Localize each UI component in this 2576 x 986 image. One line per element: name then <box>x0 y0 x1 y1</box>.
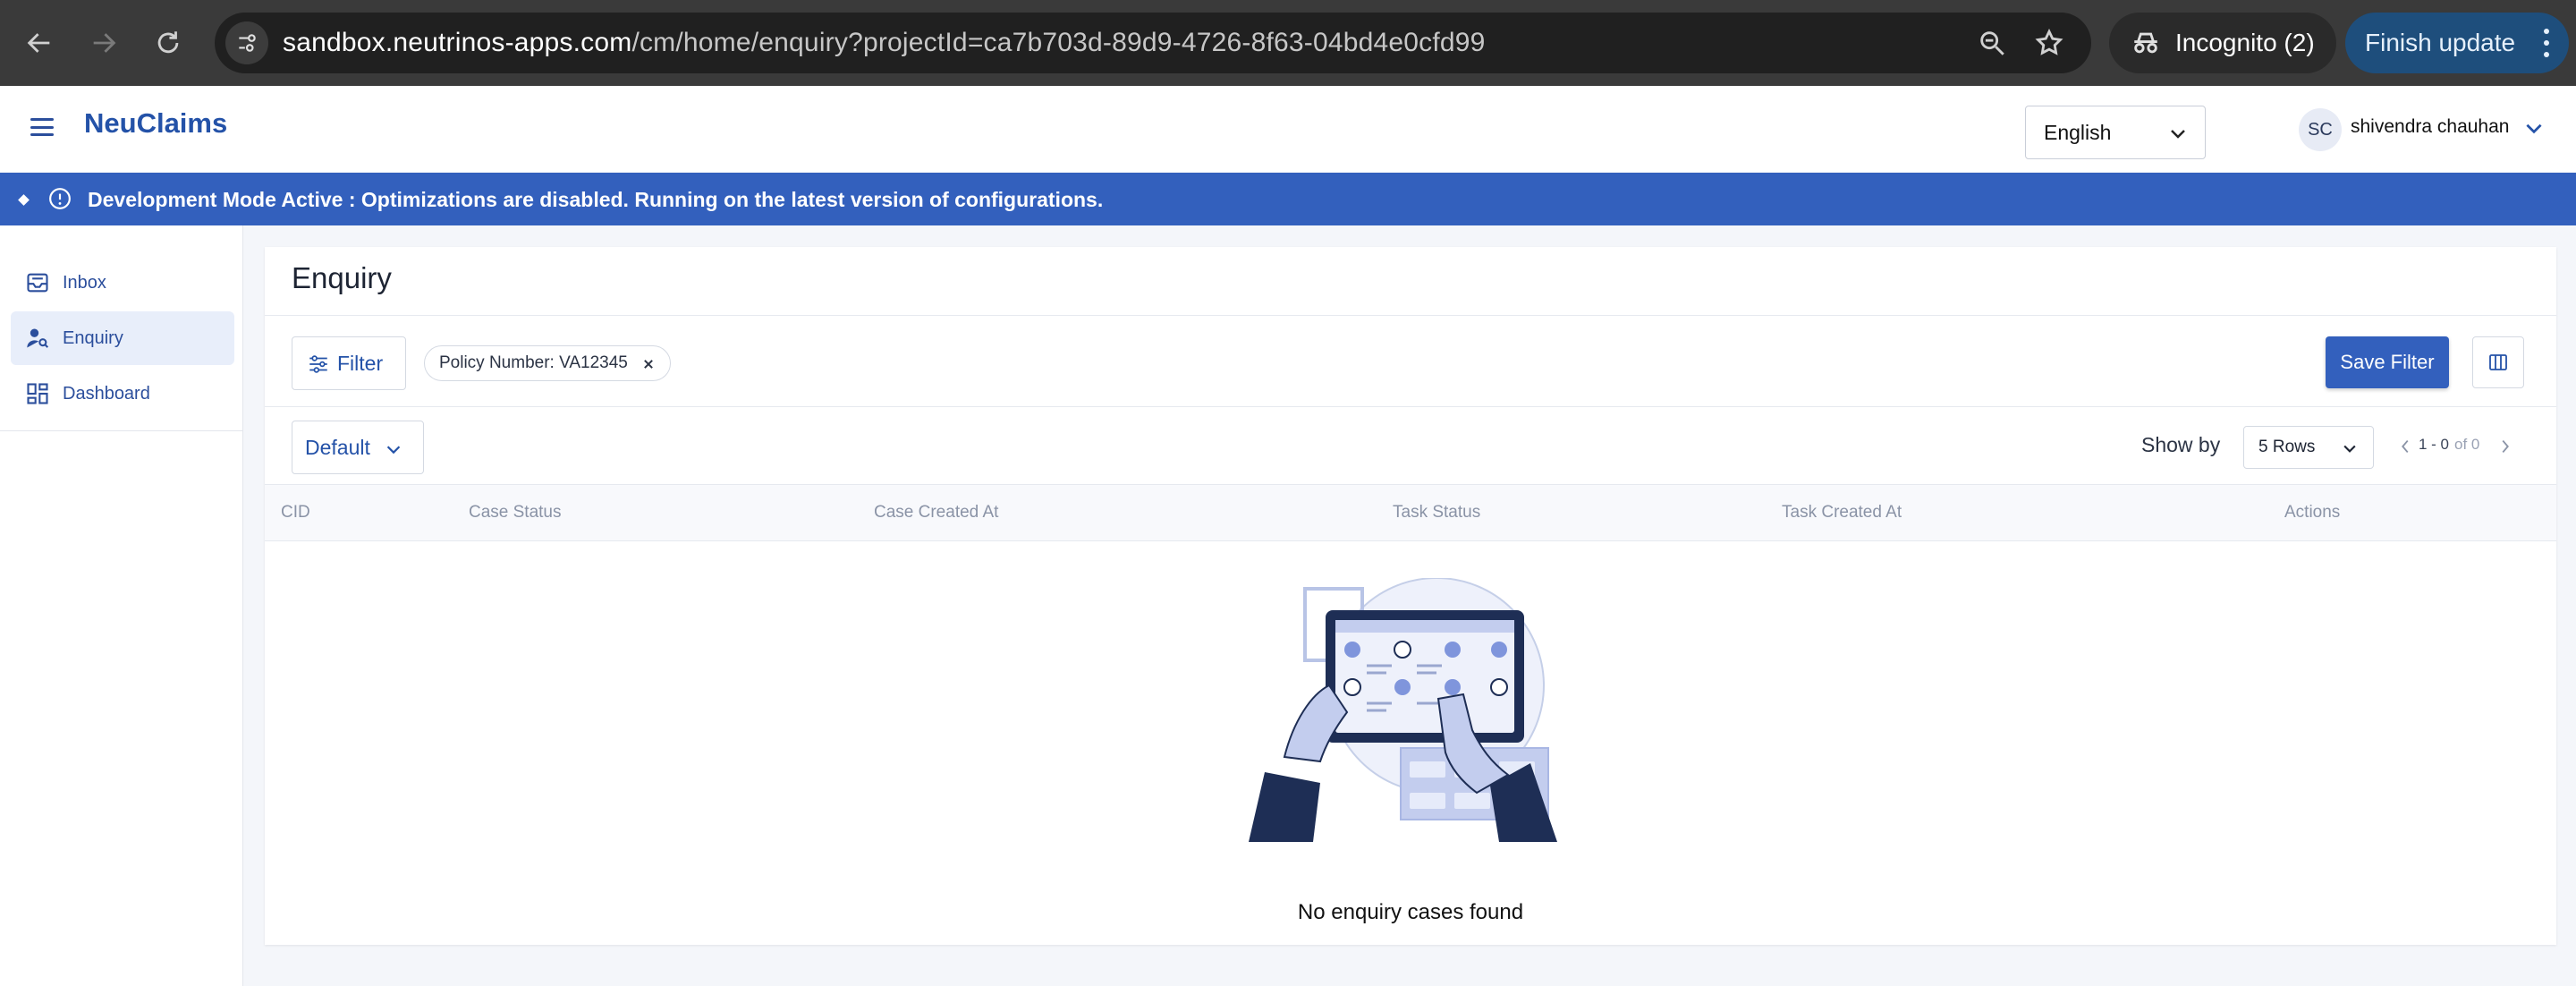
filter-sliders-icon <box>309 355 327 373</box>
url-path: /cm/home/enquiry?projectId=ca7b703d-89d9… <box>631 28 1486 57</box>
user-avatar[interactable]: SC <box>2299 108 2342 151</box>
finish-update-button[interactable]: Finish update <box>2345 13 2569 73</box>
sidebar-item-inbox[interactable]: Inbox <box>11 256 234 310</box>
columns-icon <box>2489 354 2507 370</box>
more-vertical-icon[interactable] <box>2544 29 2551 57</box>
chevron-down-icon <box>386 446 401 455</box>
column-header-case-status[interactable]: Case Status <box>469 503 562 523</box>
view-select[interactable]: Default <box>292 421 424 474</box>
toolbar-divider <box>265 406 2556 407</box>
filter-chip-label: Policy Number: VA12345 <box>439 353 628 372</box>
incognito-indicator[interactable]: Incognito (2) <box>2109 13 2336 73</box>
filter-label: Filter <box>337 351 384 375</box>
column-header-task-status[interactable]: Task Status <box>1393 503 1480 523</box>
chevron-left-icon[interactable] <box>2397 437 2413 456</box>
column-header-cid[interactable]: CID <box>281 503 310 523</box>
back-arrow-icon[interactable] <box>18 21 61 64</box>
reload-icon[interactable] <box>147 21 190 64</box>
sidebar: Inbox Enquiry Dashboard <box>0 225 243 986</box>
app-logo[interactable]: NeuClaims <box>84 107 227 140</box>
rows-value: 5 Rows <box>2258 438 2316 456</box>
diamond-icon <box>18 194 30 206</box>
language-select[interactable]: English <box>2025 106 2206 159</box>
sidebar-item-dashboard[interactable]: Dashboard <box>11 367 234 421</box>
filter-button[interactable]: Filter <box>292 336 406 390</box>
empty-state-message: No enquiry cases found <box>1297 900 1524 924</box>
show-by-label: Show by <box>2141 433 2221 456</box>
incognito-label: Incognito (2) <box>2175 29 2315 56</box>
pagination: 1 - 0 of 0 <box>2397 433 2513 462</box>
dev-mode-message: Development Mode Active : Optimizations … <box>88 188 1104 211</box>
inbox-icon <box>27 273 48 293</box>
enquiry-card: Enquiry Filter Policy Number: VA12345 Sa… <box>265 247 2556 945</box>
save-filter-button[interactable]: Save Filter <box>2326 336 2449 388</box>
language-value: English <box>2044 120 2112 144</box>
user-menu-chevron-icon[interactable] <box>2522 116 2546 140</box>
browser-toolbar: sandbox.neutrinos-apps.com/cm/home/enqui… <box>0 0 2576 86</box>
empty-state-illustration <box>1249 578 1557 842</box>
sidebar-item-label: Enquiry <box>63 327 123 348</box>
view-value: Default <box>305 435 370 459</box>
table-header: CID Case Status Case Created At Task Sta… <box>265 484 2556 541</box>
rows-per-page-select[interactable]: 5 Rows <box>2243 426 2374 469</box>
hamburger-menu-icon[interactable] <box>30 118 54 136</box>
forward-arrow-icon[interactable] <box>82 21 125 64</box>
columns-toggle-button[interactable] <box>2472 336 2524 388</box>
site-info-icon[interactable] <box>225 21 268 64</box>
sidebar-item-enquiry[interactable]: Enquiry <box>11 311 234 365</box>
page-title: Enquiry <box>292 261 392 294</box>
pager-range: 1 - 0 <box>2419 436 2450 453</box>
finish-update-label: Finish update <box>2365 29 2516 56</box>
pager-total: of 0 <box>2454 436 2480 453</box>
column-header-case-created-at[interactable]: Case Created At <box>874 503 998 523</box>
title-divider <box>265 315 2556 316</box>
sidebar-item-label: Inbox <box>63 272 106 293</box>
bookmark-star-icon[interactable] <box>2034 28 2064 58</box>
close-icon[interactable] <box>640 355 657 373</box>
dev-mode-banner: Development Mode Active : Optimizations … <box>0 173 2576 225</box>
user-name[interactable]: shivendra chauhan <box>2351 116 2509 138</box>
dashboard-icon <box>27 383 48 404</box>
column-header-actions[interactable]: Actions <box>2284 503 2340 523</box>
chevron-right-icon[interactable] <box>2497 437 2513 456</box>
column-header-task-created-at[interactable]: Task Created At <box>1782 503 1902 523</box>
user-search-icon <box>27 328 49 348</box>
sidebar-item-label: Dashboard <box>63 383 150 404</box>
chevron-down-icon <box>2343 445 2356 453</box>
address-bar[interactable]: sandbox.neutrinos-apps.com/cm/home/enqui… <box>215 13 2091 73</box>
zoom-icon[interactable] <box>1977 28 2007 58</box>
filter-chip: Policy Number: VA12345 <box>424 345 671 381</box>
incognito-icon <box>2134 32 2157 54</box>
url-text: sandbox.neutrinos-apps.com/cm/home/enqui… <box>283 28 1486 58</box>
sidebar-divider <box>0 430 243 431</box>
info-icon <box>49 188 71 209</box>
app-header: NeuClaims English SC shivendra chauhan <box>0 86 2576 172</box>
chevron-down-icon <box>2171 130 2185 139</box>
url-host: sandbox.neutrinos-apps.com <box>283 28 632 57</box>
